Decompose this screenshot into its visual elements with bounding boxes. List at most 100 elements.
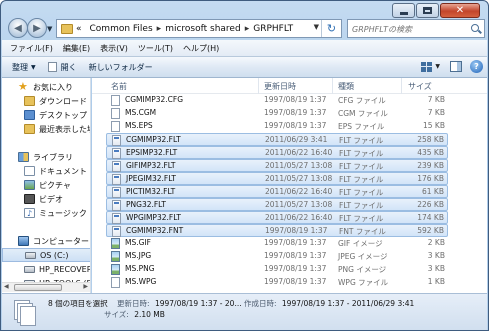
search-icon[interactable] [471, 24, 479, 32]
breadcrumb-overflow[interactable]: « [76, 24, 82, 34]
created-value: 1997/08/19 1:37 - 2011/06/29 3:41 [281, 299, 415, 308]
menu-view[interactable]: 表示(V) [100, 43, 128, 54]
file-row[interactable]: EPSIMP32.FLT 2011/06/22 16:40 FLT ファイル 435 … [106, 146, 448, 159]
navigation-bar: ◀ ▶ ▼ « Common Files ▸ microsoft shared … [5, 17, 485, 41]
nav-item[interactable]: OS (C:) [2, 248, 90, 262]
file-row[interactable]: JPEGIM32.FLT 2011/05/27 13:08 FLT ファイル 176 … [106, 172, 448, 185]
file-size: 258 KB [417, 135, 444, 144]
breadcrumb-separator[interactable]: ▸ [157, 24, 162, 34]
drive-icon [24, 265, 35, 273]
sort-indicator-icon: ^ [367, 78, 373, 83]
nav-item[interactable]: ダウンロード [2, 94, 90, 108]
organize-label: 整理 [12, 62, 28, 72]
file-name: CGMIMP32.FLT [126, 135, 181, 144]
nav-item[interactable]: ドキュメント [2, 164, 90, 178]
new-folder-button[interactable]: 新しいフォルダー [89, 62, 153, 73]
file-type: WPG ファイル [338, 278, 389, 287]
file-type: FLT ファイル [339, 214, 384, 223]
file-row[interactable]: WPGIMP32.FLT 2011/06/22 16:40 FLT ファイル 174 … [106, 211, 448, 224]
file-row[interactable]: CGMIMP32.FLT 2011/06/29 3:41 FLT ファイル 258 K… [106, 133, 448, 146]
view-options-icon[interactable] [421, 61, 433, 72]
file-name: CGMIMP32.FNT [126, 226, 184, 235]
column-name[interactable]: 名前 [111, 81, 127, 92]
open-button[interactable]: 開く [47, 62, 77, 73]
nav-item[interactable]: デスクトップ [2, 108, 90, 122]
breadcrumb-grphflt[interactable]: GRPHFLT [253, 24, 293, 34]
file-size: 226 KB [417, 200, 444, 209]
menu-file[interactable]: ファイル(F) [10, 43, 53, 54]
breadcrumb-microsoft-shared[interactable]: microsoft shared [165, 24, 240, 34]
file-date: 2011/06/22 16:40 [265, 213, 333, 222]
breadcrumb-common-files[interactable]: Common Files [90, 24, 153, 34]
computer-icon [18, 236, 29, 246]
recent-pages-dropdown[interactable]: ▼ [47, 25, 52, 33]
column-size[interactable]: サイズ [408, 81, 432, 92]
file-date: 1997/08/19 1:37 [264, 121, 327, 130]
file-row[interactable]: MS.PNG 1997/08/19 1:37 PNG イメージ 3 KB [106, 263, 448, 276]
file-date: 2011/06/22 16:40 [265, 187, 333, 196]
size-label: サイズ: [104, 310, 129, 319]
image-file-icon [111, 264, 120, 275]
close-button[interactable]: ✕ [440, 3, 480, 18]
nav-item[interactable]: ★ お気に入り [2, 80, 90, 94]
refresh-icon[interactable]: ↻ [321, 20, 341, 37]
scroll-right-icon[interactable]: ▶ [83, 283, 88, 290]
column-date[interactable]: 更新日時 [264, 81, 296, 92]
file-row[interactable]: MS.EPS 1997/08/19 1:37 EPS ファイル 15 KB [106, 120, 448, 133]
file-name: PNG32.FLT [126, 200, 166, 209]
organize-button[interactable]: 整理 ▼ [12, 62, 36, 73]
file-type: CGM ファイル [338, 109, 388, 118]
scroll-left-icon[interactable]: ◀ [4, 283, 9, 290]
nav-item[interactable]: HP_RECOVERY [2, 262, 90, 276]
nav-item[interactable]: コンピューター [2, 234, 90, 248]
file-row[interactable]: CGMIMP32.CFG 1997/08/19 1:37 CFG ファイル 7 KB [106, 94, 448, 107]
nav-horizontal-scrollbar[interactable]: ◀ ▶ [2, 282, 90, 292]
nav-item[interactable]: ライブラリ [2, 150, 90, 164]
search-input[interactable] [352, 21, 462, 37]
maximize-button[interactable] [416, 3, 439, 18]
column-separator[interactable] [401, 78, 402, 94]
nav-item[interactable]: ♪ ミュージック [2, 206, 90, 220]
scrollbar-thumb[interactable] [14, 284, 62, 291]
file-row[interactable]: CGMIMP32.FNT 1997/08/19 1:37 FNT ファイル 592 K… [106, 224, 448, 237]
address-dropdown-icon[interactable]: ▼ [314, 23, 319, 31]
nav-item[interactable]: 最近表示した場所 [2, 122, 90, 136]
nav-item-label: ダウンロード [39, 96, 87, 106]
file-row[interactable]: GIFIMP32.FLT 2011/05/27 13:08 FLT ファイル 239 … [106, 159, 448, 172]
minimize-button[interactable] [392, 3, 415, 18]
breadcrumb-separator[interactable]: ▸ [245, 24, 250, 34]
column-separator[interactable] [332, 78, 333, 94]
file-size: 174 KB [417, 213, 444, 222]
column-type[interactable]: 種類 [338, 81, 354, 92]
app-file-icon [112, 174, 121, 185]
file-size: 239 KB [417, 161, 444, 170]
nav-item[interactable]: ビデオ [2, 192, 90, 206]
menu-edit[interactable]: 編集(E) [63, 43, 90, 54]
details-pane: 8 個の項目を選択 更新日時: 1997/08/19 1:37 - 20... … [2, 293, 487, 330]
back-button[interactable]: ◀ [8, 18, 28, 38]
nav-item[interactable]: ピクチャ [2, 178, 90, 192]
file-icon [111, 108, 120, 119]
file-type: FLT ファイル [339, 162, 384, 171]
file-row[interactable]: MS.GIF 1997/08/19 1:37 GIF イメージ 2 KB [106, 237, 448, 250]
file-row[interactable]: MS.CGM 1997/08/19 1:37 CGM ファイル 7 KB [106, 107, 448, 120]
address-bar[interactable]: « Common Files ▸ microsoft shared ▸ GRPH… [56, 19, 342, 38]
menu-tools[interactable]: ツール(T) [138, 43, 173, 54]
file-type: FNT ファイル [339, 227, 386, 236]
view-dropdown-icon[interactable]: ▼ [435, 63, 440, 70]
column-separator[interactable] [258, 78, 259, 94]
menu-help[interactable]: ヘルプ(H) [183, 43, 219, 54]
app-file-icon [112, 213, 121, 224]
preview-pane-icon[interactable] [450, 61, 462, 72]
file-size: 435 KB [417, 148, 444, 157]
help-icon[interactable]: ? [470, 60, 483, 73]
forward-button[interactable]: ▶ [27, 18, 47, 38]
maximize-icon [423, 7, 432, 14]
file-row[interactable]: MS.JPG 1997/08/19 1:37 JPEG イメージ 3 KB [106, 250, 448, 263]
desktop-icon [24, 110, 35, 120]
file-row[interactable]: PNG32.FLT 2011/05/27 13:08 FLT ファイル 226 KB [106, 198, 448, 211]
search-box[interactable] [347, 19, 485, 38]
file-row[interactable]: PICTIM32.FLT 2011/06/22 16:40 FLT ファイル 61 K… [106, 185, 448, 198]
image-file-icon [111, 251, 120, 262]
file-row[interactable]: MS.WPG 1997/08/19 1:37 WPG ファイル 1 KB [106, 276, 448, 289]
